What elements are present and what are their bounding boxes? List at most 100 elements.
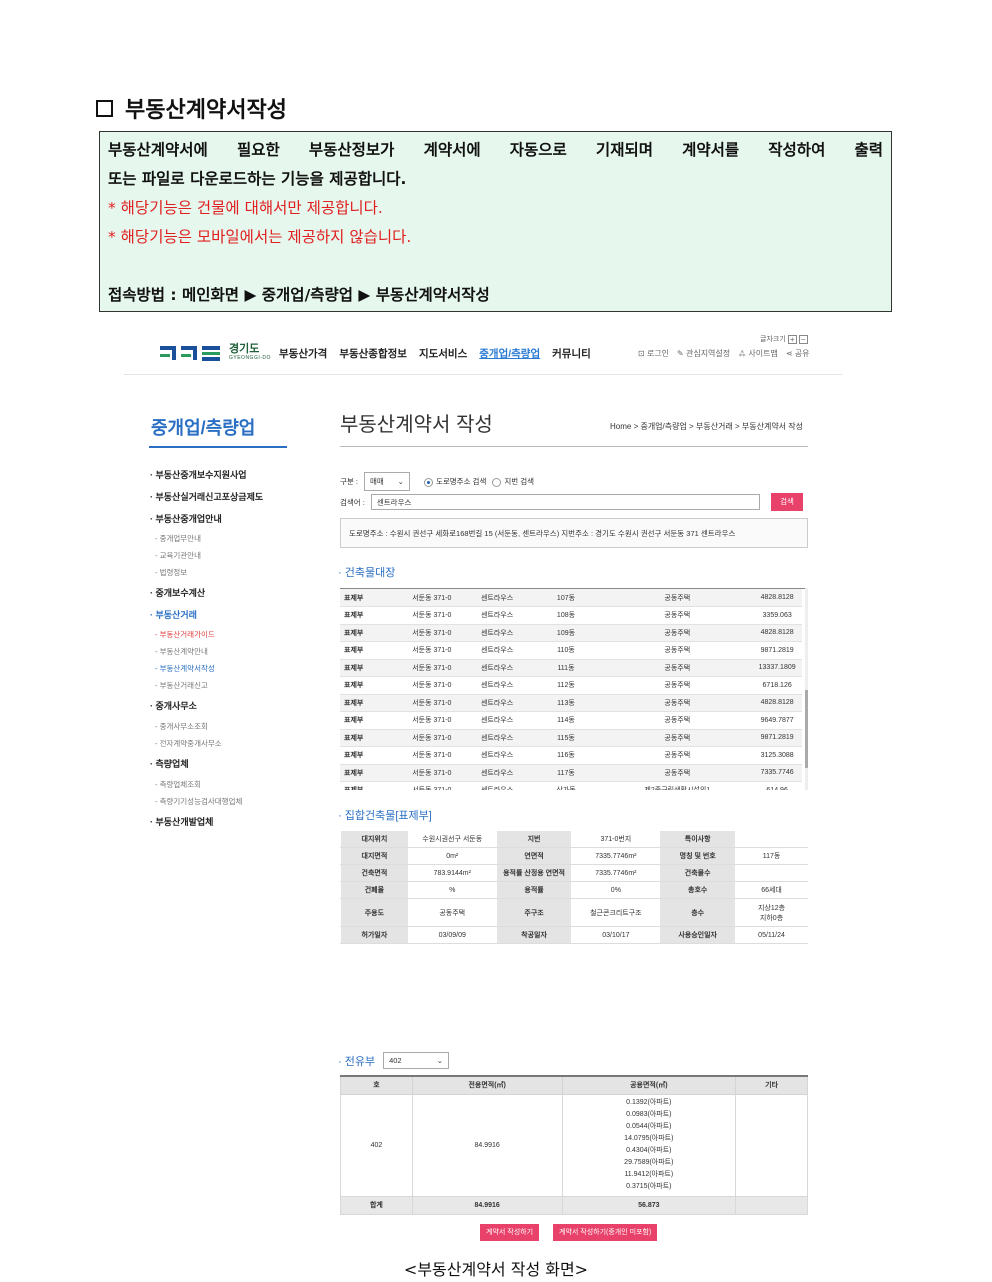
field-value: 0m² (407, 847, 497, 865)
table-row: 허가일자 03/09/09 착공일자 03/10/17 사용승인일자 05/11/24 (340, 926, 808, 944)
util-share[interactable]: ⋖ 공유 (786, 348, 810, 359)
table-cell: 614.96 (752, 781, 802, 790)
sitemap-icon: ⁂ (738, 349, 747, 358)
write-contract-no-broker-button[interactable]: 계약서 작성하기(중개인 미포함) (553, 1224, 658, 1241)
table-cell: 서둔동 371-0 (399, 589, 465, 607)
field-value: 0% (571, 881, 661, 899)
building-register-list[interactable]: 표제부 서둔동 371-0 센트라우스 107동 공동주택 4828.8128 표제부 서둔동… (340, 588, 808, 790)
scrollbar-thumb[interactable] (805, 690, 808, 768)
table-cell: 표제부 (340, 729, 400, 747)
utility-links: ⊡ 로그인 ✎ 관심지역설정 ⁂ 사이트맵 ⋖ 공유 (638, 348, 810, 359)
shared-line: 0.3715(아파트) (626, 1183, 672, 1191)
sidebar-item[interactable]: · 측량업체 (150, 757, 189, 770)
table-row[interactable]: 표제부 서둔동 371-0 센트라우스 114동 공동주택 9649.7877 (340, 711, 802, 730)
radio-lot[interactable]: 지번 검색 (492, 476, 534, 487)
sidebar-title: 중개업/측량업 (151, 418, 256, 438)
field-label: 명칭 및 번호 (659, 847, 737, 865)
table-row[interactable]: 표제부 서둔동 371-0 센트라우스 116동 공동주택 3125.3088 (340, 746, 802, 765)
building-register-title: · 건축물대장 (338, 567, 396, 579)
table-row[interactable]: 표제부 서둔동 371-0 센트라우스 108동 공동주택 3359.063 (340, 606, 802, 625)
search-button[interactable]: 검색 (771, 493, 803, 511)
table-cell: 센트라우스 (464, 624, 530, 642)
util-sitemap-label: 사이트맵 (748, 349, 778, 358)
field-value (735, 864, 808, 882)
table-cell: 서둔동 371-0 (399, 676, 465, 695)
table-row[interactable]: 표제부 서둔동 371-0 센트라우스 117동 공동주택 7335.7746 (340, 764, 802, 782)
site-logo[interactable]: 경기도 GYEONGGI-DO (160, 344, 271, 361)
table-cell: 상가동 (529, 781, 603, 790)
sidebar-subitem[interactable]: - 중개사무소조회 (155, 721, 208, 732)
util-share-label: 공유 (794, 349, 810, 358)
table-row[interactable]: 표제부 서둔동 371-0 센트라우스 107동 공동주택 4828.8128 (340, 589, 802, 607)
nav-item-info[interactable]: 부동산종합정보 (339, 346, 407, 361)
table-cell: 표제부 (340, 694, 400, 712)
util-sitemap[interactable]: ⁂ 사이트맵 (738, 348, 778, 359)
table-row[interactable]: 표제부 서둔동 371-0 센트라우스 112동 공동주택 6718.126 (340, 676, 802, 695)
table-cell: 4828.8128 (752, 624, 802, 642)
unit-select[interactable]: 402 ⌄ (383, 1052, 450, 1069)
nav-item-broker[interactable]: 중개업/측량업 (479, 346, 540, 361)
field-value: 783.9144m² (407, 864, 497, 882)
font-size-control: 글자크기 + − (760, 334, 808, 344)
col-header-shared: 공용면적(㎡) (561, 1075, 737, 1095)
sum-label: 합계 (340, 1195, 413, 1215)
table-cell: 센트라우스 (464, 606, 530, 625)
write-contract-button[interactable]: 계약서 작성하기 (480, 1224, 540, 1241)
header-divider (124, 374, 842, 375)
table-sum-row: 합계 84.9916 56.873 (340, 1195, 808, 1215)
sidebar-subitem[interactable]: - 측량기기성능검사대행업체 (155, 796, 242, 807)
search-input[interactable]: 센트라우스 (370, 494, 760, 510)
main-nav: 부동산가격 부동산종합정보 지도서비스 중개업/측량업 커뮤니티 (279, 346, 591, 361)
sidebar-item[interactable]: · 부동산실거래신고포상금제도 (150, 490, 263, 503)
field-label: 주구조 (495, 898, 573, 927)
table-cell: 표제부 (340, 676, 400, 695)
sidebar-item[interactable]: · 부동산중개업안내 (150, 512, 222, 525)
minus-icon[interactable]: − (798, 334, 808, 344)
sidebar-item[interactable]: · 부동산중개보수지원사업 (150, 468, 247, 481)
table-cell: 표제부 (340, 711, 400, 730)
sidebar-subitem[interactable]: - 측량업체조회 (155, 779, 201, 790)
sidebar-subitem[interactable]: - 법령정보 (155, 567, 187, 578)
search-keyword-row: 검색어 : 센트라우스 (340, 494, 760, 510)
table-row: 건축면적 783.9144m² 용적률 산정용 연면적 7335.7746m² 건축물수 (340, 864, 808, 882)
table-cell: 공동주택 (602, 624, 753, 642)
table-row[interactable]: 표제부 서둔동 371-0 센트라우스 111동 공동주택 13337.1809 (340, 659, 802, 677)
sidebar-subitem[interactable]: - 부동산거래신고 (155, 680, 208, 691)
util-region[interactable]: ✎ 관심지역설정 (677, 348, 730, 359)
field-label: 주용도 (340, 898, 409, 927)
table-row[interactable]: 표제부 서둔동 371-0 센트라우스 113동 공동주택 4828.8128 (340, 694, 802, 712)
table-cell: 서둔동 371-0 (399, 694, 465, 712)
sidebar-item[interactable]: · 중개보수계산 (150, 586, 205, 599)
field-label: 건폐율 (340, 881, 409, 899)
nav-item-community[interactable]: 커뮤니티 (552, 346, 591, 361)
sidebar-item[interactable]: · 부동산개발업체 (150, 815, 213, 828)
table-cell: 116동 (529, 746, 603, 765)
sidebar-subitem[interactable]: - 중개업무안내 (155, 533, 201, 544)
table-row[interactable]: 표제부 서둔동 371-0 센트라우스 115동 공동주택 9871.2819 (340, 729, 802, 747)
sidebar-subitem[interactable]: - 전자계약중개사무소 (155, 738, 222, 749)
table-cell: 7335.7746 (752, 764, 802, 782)
cell-etc (735, 1093, 808, 1197)
sum-etc (735, 1195, 808, 1215)
table-row[interactable]: 표제부 서둔동 371-0 센트라우스 110동 공동주택 9871.2819 (340, 641, 802, 660)
table-row[interactable]: 표제부서둔동 371-0센트라우스상가동제2종근린생활시설외1614.96 (340, 781, 802, 790)
sidebar-item[interactable]: · 중개사무소 (150, 699, 197, 712)
checkbox-square-icon (96, 99, 113, 117)
share-icon: ⋖ (785, 349, 793, 358)
sidebar-subitem[interactable]: - 부동산거래가이드 (155, 629, 215, 640)
table-cell: 표제부 (340, 589, 400, 607)
table-cell: 6718.126 (752, 676, 802, 695)
radio-road[interactable]: 도로명주소 검색 (423, 476, 486, 487)
sidebar-subitem[interactable]: - 교육기관안내 (155, 550, 201, 561)
nav-item-price[interactable]: 부동산가격 (279, 346, 327, 361)
table-row[interactable]: 표제부 서둔동 371-0 센트라우스 109동 공동주택 4828.8128 (340, 624, 802, 642)
sidebar-item-active[interactable]: · 부동산거래 (150, 608, 197, 621)
sidebar-subitem-active[interactable]: - 부동산계약서작성 (155, 663, 215, 674)
sidebar-subitem[interactable]: - 부동산계약안내 (155, 646, 208, 657)
type-select[interactable]: 매매 ⌄ (363, 472, 410, 491)
nav-item-map[interactable]: 지도서비스 (419, 346, 467, 361)
util-login[interactable]: ⊡ 로그인 (638, 348, 669, 359)
plus-icon[interactable]: + (787, 334, 797, 344)
field-label: 층수 (659, 898, 737, 927)
table-cell: 센트라우스 (464, 641, 530, 660)
